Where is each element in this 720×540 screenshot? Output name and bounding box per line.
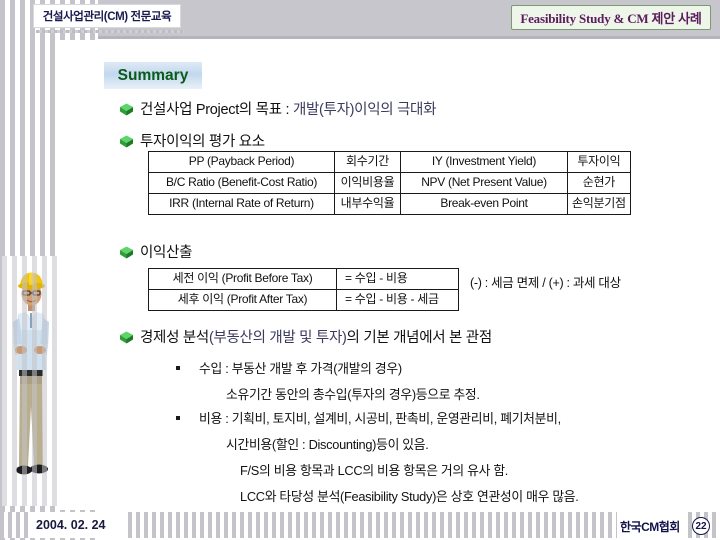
bullet-4-post: 의 기본 개념에서 본 관점 (346, 330, 493, 346)
gem-bullet-icon (119, 103, 134, 116)
gem-bullet-icon (119, 331, 134, 344)
bullet-line-4: 경제성 분석(부동산의 개발 및 투자)의 기본 개념에서 본 관점 (140, 326, 492, 347)
cell-metric-ko: 회수기간 (334, 151, 401, 173)
square-bullet-icon (176, 416, 180, 420)
cell-profit-label: 세전 이익 (Profit Before Tax) (148, 268, 337, 290)
summary-heading: Summary (104, 62, 202, 89)
cell-profit-formula: = 수입 - 비용 (336, 268, 459, 290)
bullet-4-pre: 경제성 분석 (140, 330, 209, 346)
page-number-badge: 22 (692, 517, 710, 535)
slide-canvas: 건설사업관리(CM) 전문교육 Feasibility Study & CM 제… (0, 0, 720, 540)
gem-bullet-icon (119, 246, 134, 259)
sub-item-3: 비용 : 기획비, 토지비, 설계비, 시공비, 판촉비, 운영관리비, 폐기처… (199, 411, 561, 426)
cell-metric-en: IY (Investment Yield) (400, 151, 568, 173)
investment-metrics-table: PP (Payback Period) 회수기간 IY (Investment … (148, 151, 631, 215)
sub-item-1: 수입 : 부동산 개발 후 가격(개발의 경우) (199, 361, 402, 376)
bullet-line-1: 건설사업 Project의 목표 : 개발(투자)이익의 극대화 (140, 98, 436, 119)
course-title: 건설사업관리(CM) 전문교육 (33, 4, 181, 28)
cell-metric-en: B/C Ratio (Benefit-Cost Ratio) (148, 172, 335, 194)
cell-metric-ko: 투자이익 (567, 151, 631, 173)
footer-organization: 한국CM협회 (620, 520, 680, 534)
cell-metric-en: NPV (Net Present Value) (400, 172, 568, 194)
slide-topic-title: Feasibility Study & CM 제안 사례 (511, 5, 711, 30)
cell-metric-ko: 내부수익율 (334, 193, 401, 215)
cell-profit-formula: = 수입 - 비용 - 세금 (336, 289, 459, 311)
cell-metric-ko: 순현가 (567, 172, 631, 194)
table-row: 세후 이익 (Profit After Tax) = 수입 - 비용 - 세금 (148, 289, 459, 311)
footer-date: 2004. 02. 24 (36, 518, 106, 532)
cell-metric-en: PP (Payback Period) (148, 151, 335, 173)
table-row: PP (Payback Period) 회수기간 IY (Investment … (148, 151, 631, 173)
sub-item-6: LCC와 타당성 분석(Feasibility Study)은 상호 연관성이 … (240, 489, 579, 504)
bullet-line-3: 이익산출 (140, 245, 193, 261)
table-row: B/C Ratio (Benefit-Cost Ratio) 이익비용율 NPV… (148, 172, 631, 194)
profit-calculation-table: 세전 이익 (Profit Before Tax) = 수입 - 비용 세후 이… (148, 268, 459, 311)
cell-metric-ko: 손익분기점 (567, 193, 631, 215)
gem-bullet-icon (119, 135, 134, 148)
cell-metric-ko: 이익비용율 (334, 172, 401, 194)
sub-item-5: F/S의 비용 항목과 LCC의 비용 항목은 거의 유사 함. (240, 463, 509, 478)
bullet-1-main: 건설사업 Project의 목표 : (140, 102, 293, 118)
course-title-shadow (36, 30, 184, 33)
bullet-1-accent: 개발(투자)이익의 극대화 (292, 102, 437, 118)
sub-item-4: 시간비용(할인 : Discounting)등이 있음. (226, 437, 429, 452)
cell-metric-en: IRR (Internal Rate of Return) (148, 193, 335, 215)
cell-profit-label: 세후 이익 (Profit After Tax) (148, 289, 337, 311)
tax-note: (-) : 세금 면제 / (+) : 과세 대상 (470, 276, 621, 290)
table-row: IRR (Internal Rate of Return) 내부수익율 Brea… (148, 193, 631, 215)
square-bullet-icon (176, 366, 180, 370)
header-band-shadow (0, 36, 720, 39)
construction-manager-photo (2, 256, 60, 506)
bullet-4-accent: (부동산의 개발 및 투자) (208, 330, 347, 346)
left-stripe-mask (60, 40, 100, 510)
cell-metric-en: Break-even Point (400, 193, 568, 215)
bullet-line-2: 투자이익의 평가 요소 (140, 134, 265, 150)
table-row: 세전 이익 (Profit Before Tax) = 수입 - 비용 (148, 268, 459, 290)
sub-item-2: 소유기간 동안의 총수입(투자의 경우)등으로 추정. (226, 387, 480, 402)
